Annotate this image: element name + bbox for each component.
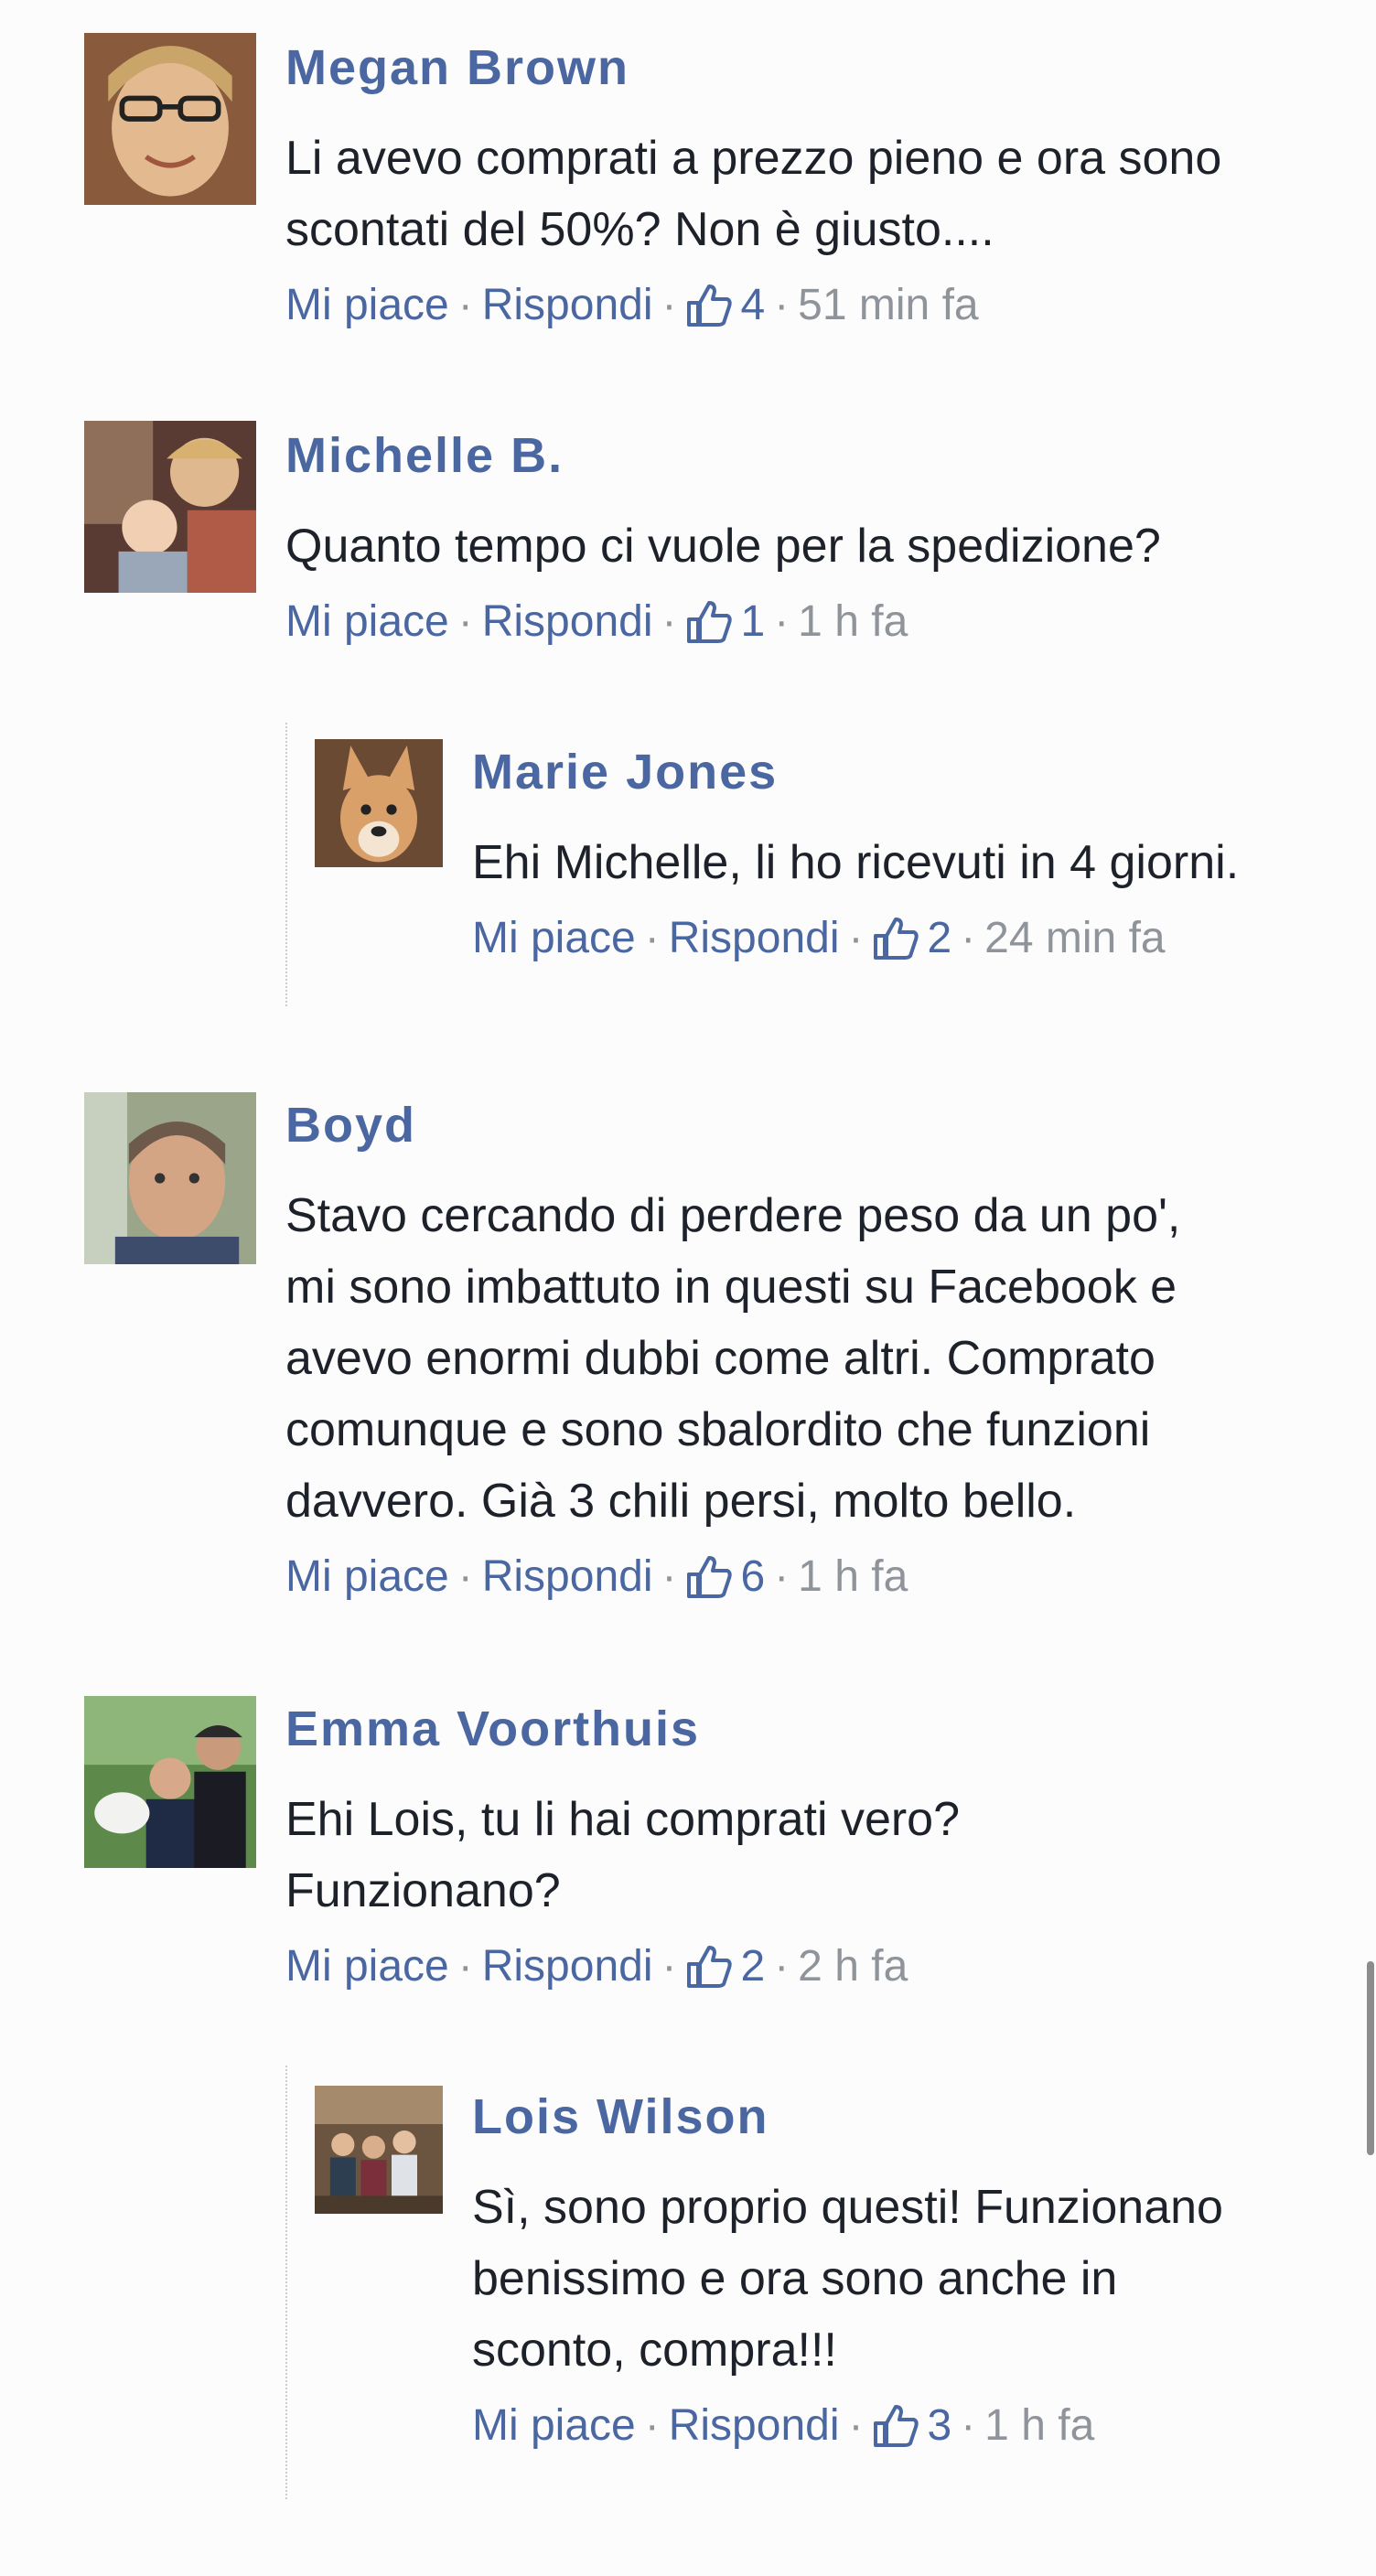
comment-body: Boyd Stavo cercando di perdere peso da u… [285, 1098, 1347, 1605]
comment-actions: Mi piace · Rispondi · 6 · 1 h fa [285, 1550, 1347, 1605]
avatar[interactable] [315, 739, 443, 867]
like-count: 2 [927, 914, 952, 962]
comment-thread: Megan Brown Li avevo comprati a prezzo p… [0, 0, 1376, 2576]
comment-author[interactable]: Michelle B. [285, 428, 1347, 483]
separator: · [457, 1552, 473, 1601]
separator: · [457, 1942, 473, 1991]
comment-actions: Mi piace · Rispondi · 2 · 2 h fa [285, 1939, 1347, 1994]
reply-link[interactable]: Rispondi [482, 1550, 653, 1605]
separator: · [644, 914, 660, 962]
avatar[interactable] [84, 1696, 256, 1868]
reply-link[interactable]: Rispondi [482, 595, 653, 649]
reply-body: Marie Jones Ehi Michelle, li ho ricevuti… [472, 745, 1350, 966]
like-count: 4 [740, 281, 766, 329]
like-count: 2 [740, 1942, 766, 1991]
thumbs-up-icon [687, 284, 733, 327]
separator: · [661, 1552, 677, 1601]
comment-text: Sì, sono proprio questi! Funzionano beni… [472, 2181, 1223, 2377]
like-link[interactable]: Mi piace [285, 1550, 449, 1605]
avatar[interactable] [84, 33, 256, 205]
separator: · [457, 597, 473, 646]
like-count: 6 [740, 1552, 766, 1601]
comment-actions: Mi piace · Rispondi · 3 · 1 h fa [472, 2399, 1350, 2453]
comment-body: Megan Brown Li avevo comprati a prezzo p… [285, 40, 1347, 333]
comment-author[interactable]: Lois Wilson [472, 2089, 1350, 2144]
reply-link[interactable]: Rispondi [482, 278, 653, 333]
thumbs-up-icon [687, 1556, 733, 1598]
reply-link[interactable]: Rispondi [669, 911, 840, 966]
reply-link[interactable]: Rispondi [482, 1939, 653, 1994]
separator: · [961, 2401, 976, 2450]
scrollbar[interactable] [1367, 1961, 1374, 2155]
separator: · [774, 281, 790, 329]
separator: · [644, 2401, 660, 2450]
thumbs-up-icon [687, 1946, 733, 1988]
reply-body: Lois Wilson Sì, sono proprio questi! Fun… [472, 2089, 1350, 2453]
comment-author[interactable]: Emma Voorthuis [285, 1701, 1347, 1756]
separator: · [774, 1552, 790, 1601]
avatar[interactable] [315, 2086, 443, 2214]
like-link[interactable]: Mi piace [285, 1939, 449, 1994]
comment-text: Ehi Michelle, li ho ricevuti in 4 giorni… [472, 836, 1240, 889]
thumbs-up-icon [874, 2405, 919, 2447]
like-count: 3 [927, 2401, 952, 2450]
like-link[interactable]: Mi piace [285, 278, 449, 333]
like-link[interactable]: Mi piace [472, 911, 636, 966]
comment-actions: Mi piace · Rispondi · 4 · 51 min fa [285, 278, 1347, 333]
comment-author[interactable]: Boyd [285, 1098, 1347, 1153]
separator: · [774, 1942, 790, 1991]
separator: · [848, 2401, 864, 2450]
timestamp[interactable]: 1 h fa [984, 2399, 1094, 2453]
separator: · [661, 281, 677, 329]
comment-text: Stavo cercando di perdere peso da un po'… [285, 1189, 1181, 1528]
avatar[interactable] [84, 421, 256, 593]
timestamp[interactable]: 1 h fa [798, 1550, 908, 1605]
thumbs-up-icon [874, 918, 919, 960]
separator: · [961, 914, 976, 962]
like-link[interactable]: Mi piace [285, 595, 449, 649]
like-link[interactable]: Mi piace [472, 2399, 636, 2453]
timestamp[interactable]: 2 h fa [798, 1939, 908, 1994]
comment-text: Li avevo comprati a prezzo pieno e ora s… [285, 132, 1222, 256]
thumbs-up-icon [687, 601, 733, 643]
avatar[interactable] [84, 1092, 256, 1264]
like-count: 1 [740, 597, 766, 646]
separator: · [774, 597, 790, 646]
reply-link[interactable]: Rispondi [669, 2399, 840, 2453]
reply-thread-line [285, 2066, 287, 2499]
comment-text: Quanto tempo ci vuole per la spedizione? [285, 520, 1161, 573]
comment-text: Ehi Lois, tu li hai comprati vero? Funzi… [285, 1793, 961, 1917]
comment-author[interactable]: Marie Jones [472, 745, 1350, 800]
separator: · [661, 1942, 677, 1991]
timestamp[interactable]: 1 h fa [798, 595, 908, 649]
timestamp[interactable]: 24 min fa [984, 911, 1165, 966]
comment-actions: Mi piace · Rispondi · 2 · 24 min fa [472, 911, 1350, 966]
separator: · [457, 281, 473, 329]
reply-thread-line [285, 723, 287, 1006]
comment-author[interactable]: Megan Brown [285, 40, 1347, 95]
comment-actions: Mi piace · Rispondi · 1 · 1 h fa [285, 595, 1347, 649]
comment-body: Emma Voorthuis Ehi Lois, tu li hai compr… [285, 1701, 1347, 1994]
separator: · [661, 597, 677, 646]
timestamp[interactable]: 51 min fa [798, 278, 978, 333]
comment-body: Michelle B. Quanto tempo ci vuole per la… [285, 428, 1347, 649]
separator: · [848, 914, 864, 962]
